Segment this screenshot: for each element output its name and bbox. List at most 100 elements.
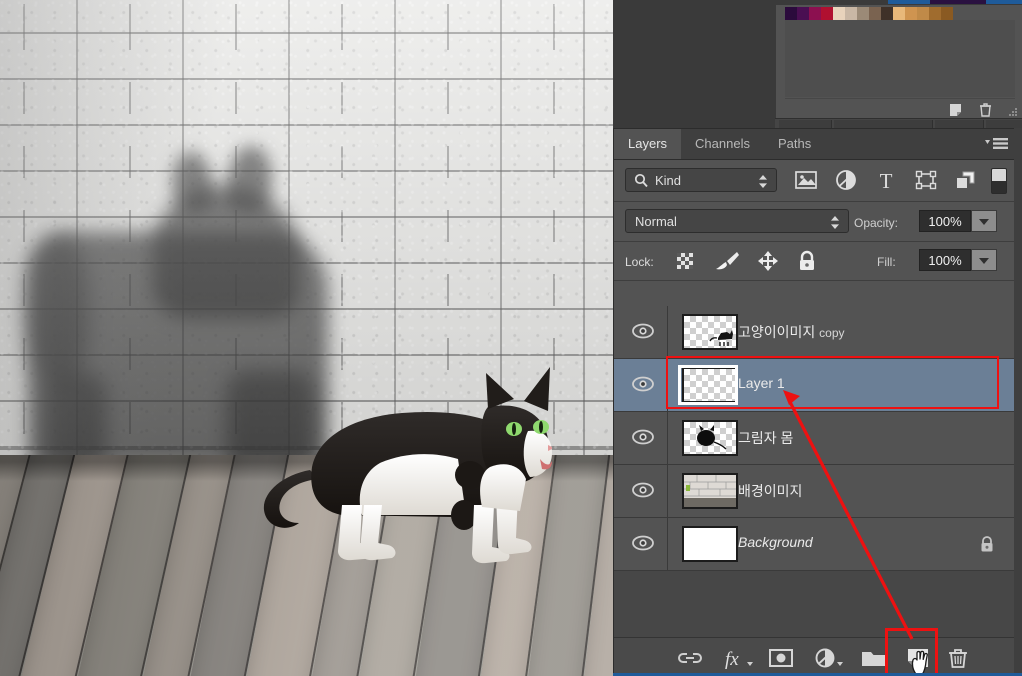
layer-list[interactable]: 고양이이미지 copy Layer 1 그림자 몸 배경이미지 Backgrou… xyxy=(614,306,1014,658)
layer-name-text: 그림자 몸 xyxy=(738,430,794,446)
chevron-down-icon xyxy=(979,258,989,264)
layer-row-background-image[interactable]: 배경이미지 xyxy=(614,465,1014,518)
layer-name-text: 배경이미지 xyxy=(738,483,803,499)
new-group-icon[interactable] xyxy=(860,647,888,669)
lock-label: Lock: xyxy=(625,255,654,269)
cat-ear-right xyxy=(524,367,550,411)
layer-thumbnail[interactable] xyxy=(682,420,738,456)
layer-filter-kind-label: Kind xyxy=(655,172,682,188)
layer-thumbnail[interactable] xyxy=(682,367,738,403)
new-swatch-icon[interactable] xyxy=(948,102,965,118)
filter-adjustment-layers-icon[interactable] xyxy=(834,169,858,191)
swatch-4[interactable] xyxy=(833,7,845,20)
search-icon xyxy=(634,173,648,187)
layer-name[interactable]: 배경이미지 xyxy=(738,481,802,501)
eye-visibility-icon[interactable] xyxy=(632,534,654,552)
svg-text:fx: fx xyxy=(725,649,739,669)
thumbnail-content xyxy=(709,330,733,346)
layer-thumbnail[interactable] xyxy=(682,473,738,509)
swatch-1[interactable] xyxy=(797,7,809,20)
blend-mode-row: Normal Opacity: 100% xyxy=(614,202,1014,242)
layer-name[interactable]: 그림자 몸 xyxy=(738,428,793,448)
eye-column-divider xyxy=(667,359,668,411)
filter-smart-object-icon[interactable] xyxy=(954,169,978,191)
eye-column-divider xyxy=(667,306,668,358)
filter-shape-layers-icon[interactable] xyxy=(914,169,938,191)
filter-pixel-layers-icon[interactable] xyxy=(794,169,818,191)
eye-visibility-icon[interactable] xyxy=(632,375,654,393)
filter-type-layers-icon[interactable]: T xyxy=(874,169,898,191)
swatch-10[interactable] xyxy=(905,7,917,20)
eye-column-divider xyxy=(667,518,668,570)
tab-channels[interactable]: Channels xyxy=(681,129,764,159)
swatch-2[interactable] xyxy=(809,7,821,20)
image-canvas[interactable] xyxy=(0,0,613,676)
swatch-grid[interactable] xyxy=(785,7,953,20)
swatch-0[interactable] xyxy=(785,7,797,20)
svg-text:T: T xyxy=(880,169,893,191)
tab-layers[interactable]: Layers xyxy=(614,129,682,159)
eye-column-divider xyxy=(667,465,668,517)
fill-stepper[interactable] xyxy=(971,249,997,271)
layer-row-cat-copy[interactable]: 고양이이미지 copy xyxy=(614,306,1014,359)
photoshop-window: Layers Channels Paths Kind T Normal Opac… xyxy=(0,0,1022,676)
filter-enable-toggle[interactable] xyxy=(991,168,1007,194)
swatch-11[interactable] xyxy=(917,7,929,20)
eye-visibility-icon[interactable] xyxy=(632,481,654,499)
layer-row-layer-1[interactable]: Layer 1 xyxy=(614,359,1014,412)
lock-image-pixels-icon[interactable] xyxy=(713,250,741,272)
panel-menu-icon[interactable] xyxy=(984,134,1010,154)
layer-name[interactable]: Layer 1 xyxy=(738,375,785,391)
swatch-7[interactable] xyxy=(869,7,881,20)
fill-label: Fill: xyxy=(877,255,896,269)
layers-toolbar: fx xyxy=(614,637,1014,676)
layer-row-background[interactable]: Background xyxy=(614,518,1014,571)
swatch-5[interactable] xyxy=(845,7,857,20)
lock-transparent-pixels-icon[interactable] xyxy=(674,250,696,272)
lock-row: Lock: Fill: 100% xyxy=(614,242,1014,281)
cat-ear-left xyxy=(486,373,514,409)
swatch-9[interactable] xyxy=(893,7,905,20)
tab-paths[interactable]: Paths xyxy=(764,129,825,159)
swatch-empty-area[interactable] xyxy=(785,20,1015,97)
add-layer-mask-icon[interactable] xyxy=(768,647,794,669)
layer-styles-fx-icon[interactable]: fx xyxy=(723,647,753,669)
new-layer-icon[interactable] xyxy=(905,647,931,669)
link-layers-icon[interactable] xyxy=(677,647,703,669)
delete-swatch-icon[interactable] xyxy=(977,102,994,118)
swatch-8[interactable] xyxy=(881,7,893,20)
layer-filter-kind-select[interactable]: Kind xyxy=(625,168,777,192)
adjustment-layer-icon[interactable] xyxy=(813,647,843,669)
updown-arrows-icon xyxy=(831,216,839,229)
layer-name-text: 고양이이미지 xyxy=(738,324,816,340)
layer-thumbnail[interactable] xyxy=(682,526,738,562)
thumbnail-content xyxy=(684,475,736,507)
panel-right-gutter xyxy=(1013,128,1022,676)
layer-thumbnail[interactable] xyxy=(682,314,738,350)
opacity-stepper[interactable] xyxy=(971,210,997,232)
layer-name[interactable]: 고양이이미지 copy xyxy=(738,322,845,342)
lock-all-icon[interactable] xyxy=(796,250,818,272)
swatch-6[interactable] xyxy=(857,7,869,20)
blend-mode-select[interactable]: Normal xyxy=(625,209,849,233)
layer-name[interactable]: Background xyxy=(738,534,813,550)
panel-tabbar: Layers Channels Paths xyxy=(614,129,1014,160)
swatch-12[interactable] xyxy=(929,7,941,20)
layer-row-shadow-body[interactable]: 그림자 몸 xyxy=(614,412,1014,465)
swatch-13[interactable] xyxy=(941,7,953,20)
lock-position-icon[interactable] xyxy=(757,250,779,272)
layer-name-suffix: copy xyxy=(819,326,845,340)
resize-grip-icon[interactable] xyxy=(1003,102,1020,118)
swatches-panel[interactable] xyxy=(775,4,1022,129)
blend-mode-value: Normal xyxy=(635,213,677,229)
eye-visibility-icon[interactable] xyxy=(632,428,654,446)
cat-tail xyxy=(263,470,318,528)
opacity-value[interactable]: 100% xyxy=(919,210,971,232)
layer-name-text: Background xyxy=(738,534,813,550)
lock-icon xyxy=(981,536,993,552)
eye-visibility-icon[interactable] xyxy=(632,322,654,340)
fill-value[interactable]: 100% xyxy=(919,249,971,271)
chevron-down-icon xyxy=(979,219,989,225)
delete-layer-icon[interactable] xyxy=(945,647,971,669)
swatch-3[interactable] xyxy=(821,7,833,20)
